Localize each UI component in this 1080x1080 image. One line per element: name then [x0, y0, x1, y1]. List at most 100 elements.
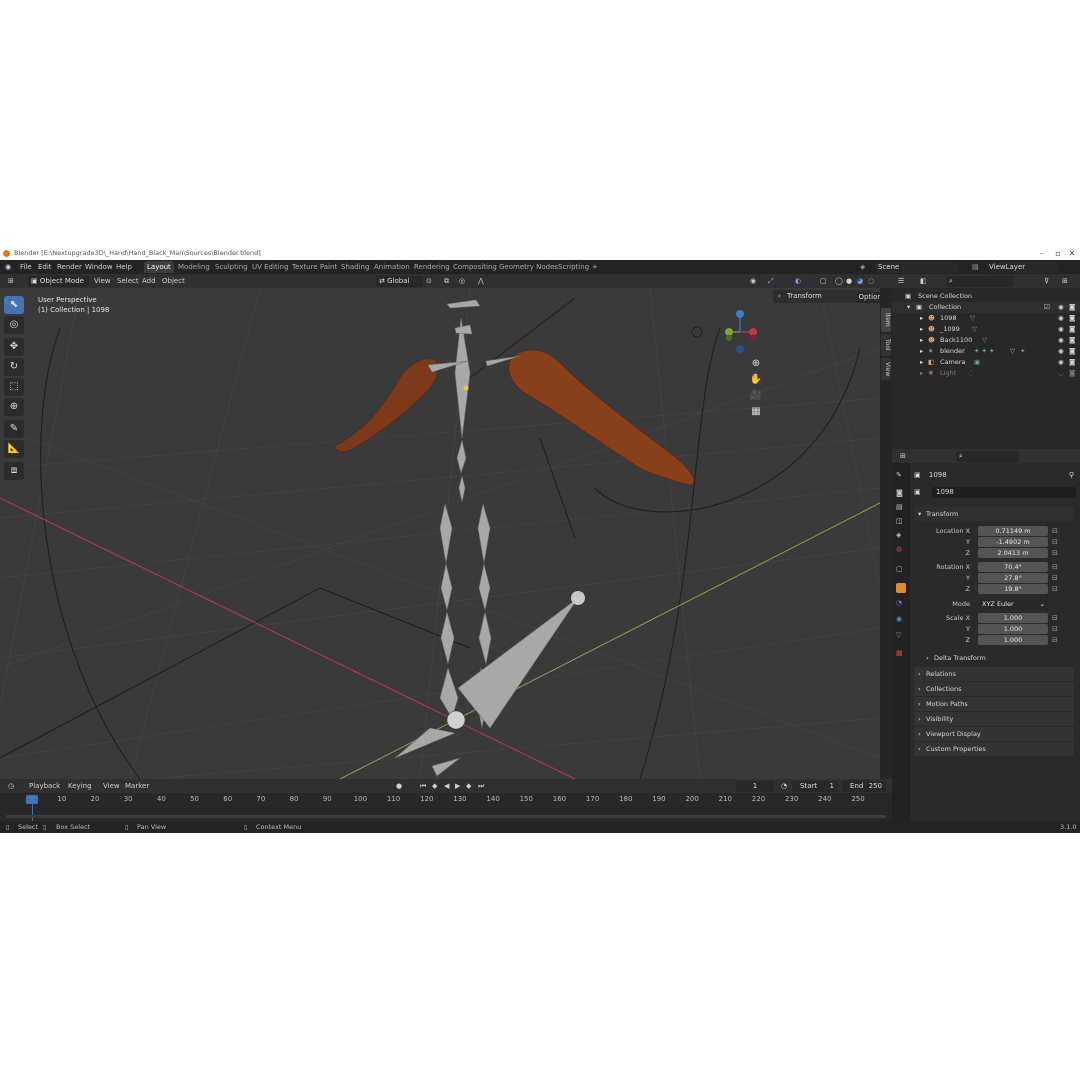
menu-select[interactable]: Select: [117, 274, 139, 288]
annotate-tool-icon[interactable]: ✎: [4, 420, 24, 438]
outliner-item[interactable]: ▸ ☻ 1098 ▽ ◉ ◙: [892, 313, 1080, 324]
location-x-field[interactable]: 0.71149 m: [978, 526, 1048, 536]
timeline-editor-icon[interactable]: ◷: [8, 779, 14, 793]
rotation-x-field[interactable]: 70.4°: [978, 562, 1048, 572]
falloff-icon[interactable]: ⋀: [478, 274, 484, 288]
menu-playback[interactable]: Playback: [29, 779, 60, 793]
view-layer-properties-icon[interactable]: ◫: [896, 517, 906, 527]
tab-sculpting[interactable]: Sculpting: [212, 261, 251, 273]
tab-shading[interactable]: Shading: [338, 261, 372, 273]
menu-help[interactable]: Help: [116, 260, 132, 274]
transform-tool-icon[interactable]: ⊕: [4, 398, 24, 416]
scene-selector[interactable]: Scene: [875, 261, 958, 273]
ortho-grid-icon[interactable]: ▦: [748, 406, 764, 420]
menu-render[interactable]: Render: [57, 260, 82, 274]
visibility-eye-icon[interactable]: ◉: [1058, 302, 1064, 313]
outliner-item[interactable]: ▸ ✶ blender ✦ ✦ ✦ ▽ ✦ ◉ ◙: [892, 346, 1080, 357]
snap-icon[interactable]: ⧉: [444, 274, 449, 288]
scale-y-field[interactable]: 1.000: [978, 624, 1048, 634]
pin-icon[interactable]: ⚲: [1069, 469, 1074, 481]
mode-selector[interactable]: ▣ Object Mode: [28, 275, 89, 287]
lock-icon[interactable]: ⊟: [1052, 636, 1060, 644]
jump-keyframe-back-icon[interactable]: ◆: [432, 779, 437, 793]
scene-properties-icon[interactable]: ◈: [896, 531, 906, 541]
panel-motion-paths[interactable]: › Motion Paths: [914, 697, 1074, 711]
visibility-icon[interactable]: ◉: [750, 274, 756, 288]
add-cube-tool-icon[interactable]: ⧈: [4, 462, 24, 480]
render-camera-icon[interactable]: ◙: [1069, 302, 1075, 313]
render-camera-icon[interactable]: ◙: [1069, 368, 1075, 379]
navigation-gizmo[interactable]: [725, 310, 757, 353]
rotate-tool-icon[interactable]: ↻: [4, 358, 24, 376]
filter-icon[interactable]: ⊽: [1044, 274, 1049, 288]
panel-viewport-display[interactable]: › Viewport Display: [914, 727, 1074, 741]
scale-z-field[interactable]: 1.000: [978, 635, 1048, 645]
render-camera-icon[interactable]: ◙: [1069, 357, 1075, 368]
object-data-properties-icon[interactable]: ▽: [896, 631, 906, 641]
tab-scripting[interactable]: Scripting: [555, 261, 592, 273]
output-properties-icon[interactable]: ▤: [896, 503, 906, 513]
tab-rendering[interactable]: Rendering: [411, 261, 453, 273]
delta-transform-header[interactable]: › Delta Transform: [922, 651, 1074, 665]
proportional-edit-icon[interactable]: ◎: [459, 274, 465, 288]
record-icon[interactable]: ●: [396, 779, 402, 793]
object-properties-icon[interactable]: [896, 583, 906, 593]
tab-uv-editing[interactable]: UV Editing: [249, 261, 292, 273]
shading-rendered-icon[interactable]: ◌: [868, 274, 874, 288]
cursor-tool-icon[interactable]: ◎: [4, 316, 24, 334]
panel-relations[interactable]: › Relations: [914, 667, 1074, 681]
shading-material-icon[interactable]: ◕: [857, 274, 863, 288]
physics-properties-icon[interactable]: ◉: [896, 615, 906, 625]
menu-file[interactable]: File: [20, 260, 32, 274]
timeline-area[interactable]: 1102030405060708090100110120130140150160…: [0, 793, 892, 821]
menu-add[interactable]: Add: [142, 274, 156, 288]
lock-icon[interactable]: ⊟: [1052, 625, 1060, 633]
outliner-item[interactable]: ▸ ◧ Camera ▣ ◉ ◙: [892, 357, 1080, 368]
lock-icon[interactable]: ⊟: [1052, 549, 1060, 557]
menu-window[interactable]: Window: [85, 260, 113, 274]
outliner-scene-collection[interactable]: ▣ Scene Collection: [892, 291, 1080, 302]
options-dropdown[interactable]: Options: [856, 292, 880, 303]
gizmo-icon[interactable]: ⤢: [768, 274, 774, 288]
new-collection-icon[interactable]: ⊞: [1062, 274, 1068, 288]
outliner-item[interactable]: ▸ ✺ Light ◌ ◡ ◙: [892, 368, 1080, 379]
xray-icon[interactable]: ▢: [820, 274, 827, 288]
outliner-item[interactable]: ▸ ☻ Back1100 ▽ ◉ ◙: [892, 335, 1080, 346]
transform-orientation-selector[interactable]: ⇄ Global: [376, 275, 423, 287]
visibility-eye-icon[interactable]: ◉: [1058, 346, 1064, 357]
add-workspace-button[interactable]: +: [592, 260, 598, 274]
lock-icon[interactable]: ⊟: [1052, 563, 1060, 571]
outliner-item[interactable]: ▸ ☻ _1099 ▽ ◉ ◙: [892, 324, 1080, 335]
render-camera-icon[interactable]: ◙: [1069, 335, 1075, 346]
scale-tool-icon[interactable]: ⬚: [4, 378, 24, 396]
object-data-icon[interactable]: ▣: [914, 488, 921, 496]
visibility-eye-icon[interactable]: ◉: [1058, 335, 1064, 346]
object-name-input[interactable]: 1098: [932, 487, 1076, 498]
end-frame-field[interactable]: End 250: [842, 780, 886, 792]
tab-layout[interactable]: Layout: [144, 261, 174, 273]
transform-panel-header[interactable]: ▾ Transform: [914, 507, 1074, 521]
tab-animation[interactable]: Animation: [371, 261, 413, 273]
shading-solid-icon[interactable]: ●: [846, 274, 852, 288]
tab-view[interactable]: View: [881, 358, 891, 380]
outliner-search-input[interactable]: ⌕: [946, 275, 1013, 287]
overlays-icon[interactable]: ◐: [795, 274, 801, 288]
tool-properties-icon[interactable]: ✎: [896, 471, 906, 481]
armature-origin[interactable]: [446, 710, 466, 730]
jump-end-icon[interactable]: ⏭: [478, 779, 484, 793]
panel-visibility[interactable]: › Visibility: [914, 712, 1074, 726]
pan-hand-icon[interactable]: ✋: [748, 374, 764, 388]
zoom-icon[interactable]: ⊕: [748, 358, 764, 372]
collection-properties-icon[interactable]: ▢: [896, 565, 906, 575]
lock-icon[interactable]: ⊟: [1052, 527, 1060, 535]
properties-editor-icon[interactable]: ⊞: [900, 449, 906, 463]
display-mode-icon[interactable]: ◧: [920, 274, 927, 288]
light-object[interactable]: [691, 326, 703, 338]
right-hand-mesh[interactable]: [508, 350, 695, 486]
rotation-y-field[interactable]: 27.8°: [978, 573, 1048, 583]
hidden-eye-icon[interactable]: ◡: [1058, 368, 1064, 379]
lock-icon[interactable]: ⊟: [1052, 574, 1060, 582]
location-z-field[interactable]: 2.0413 m: [978, 548, 1048, 558]
blender-menu-icon[interactable]: ◉: [5, 260, 11, 274]
pivot-icon[interactable]: ⊙: [426, 274, 432, 288]
